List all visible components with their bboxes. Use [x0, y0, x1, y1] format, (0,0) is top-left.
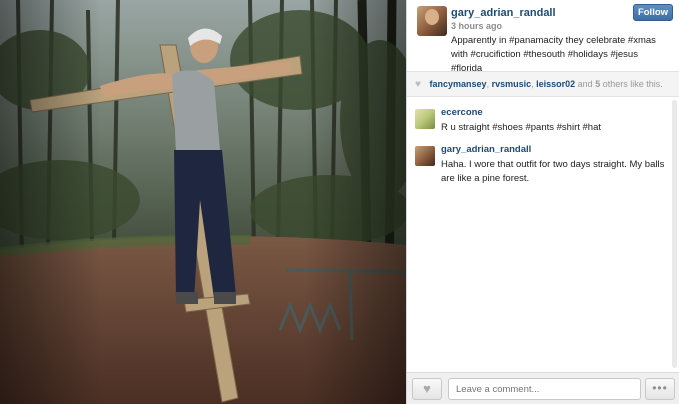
comment-item: ecercone R u straight #shoes #pants #shi…	[407, 103, 679, 139]
liker-link[interactable]: rvsmusic	[492, 79, 532, 89]
comment-item: gary_adrian_randall Haha. I wore that ou…	[407, 140, 679, 184]
comments-scrollbar[interactable]	[672, 100, 677, 368]
likes-and-text: and	[575, 79, 596, 89]
follow-button[interactable]: Follow	[633, 4, 673, 21]
like-button[interactable]: ♥	[412, 378, 442, 400]
comments-list: ecercone R u straight #shoes #pants #shi…	[407, 99, 679, 371]
commenter-username[interactable]: gary_adrian_randall	[441, 144, 531, 155]
heart-icon: ♥	[423, 381, 431, 396]
heart-icon: ♥	[415, 79, 421, 90]
comment-footer: ♥ •••	[407, 372, 679, 404]
likes-others-suffix: others like this.	[600, 79, 663, 89]
comment-text: R u straight #shoes #pants #shirt #hat	[441, 122, 602, 133]
author-avatar[interactable]	[417, 6, 447, 36]
post-sidebar: gary_adrian_randall 3 hours ago Apparent…	[406, 0, 679, 404]
liker-link[interactable]: leissor02	[536, 79, 575, 89]
comment-text: Haha. I wore that outfit for two days st…	[441, 159, 665, 184]
liker-link[interactable]: fancymansey	[430, 79, 487, 89]
commenter-avatar[interactable]	[415, 109, 435, 129]
author-username[interactable]: gary_adrian_randall	[451, 7, 556, 19]
likes-summary: ♥ fancymansey, rvsmusic, leissor02 and 5…	[407, 71, 679, 97]
post-photo[interactable]	[0, 0, 406, 404]
more-options-button[interactable]: •••	[645, 378, 675, 400]
commenter-avatar[interactable]	[415, 146, 435, 166]
photo-scene	[0, 0, 406, 404]
commenter-username[interactable]: ecercone	[441, 107, 483, 118]
comment-input[interactable]	[448, 378, 641, 400]
post-header: gary_adrian_randall 3 hours ago Apparent…	[407, 0, 679, 74]
post-caption: Apparently in #panamacity they celebrate…	[451, 35, 656, 74]
post-timestamp[interactable]: 3 hours ago	[451, 21, 502, 31]
